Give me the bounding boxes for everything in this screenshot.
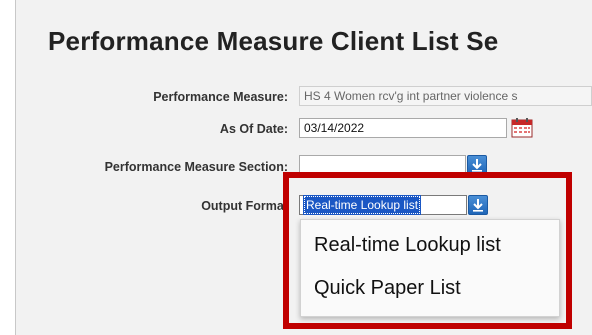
highlight-box	[283, 172, 572, 329]
calendar-icon[interactable]	[511, 118, 533, 138]
as-of-date-input[interactable]: 03/14/2022	[299, 118, 507, 138]
output-format-label: Output Format	[201, 199, 288, 213]
page-title: Performance Measure Client List Se	[48, 26, 499, 56]
performance-measure-label: Performance Measure:	[153, 90, 288, 104]
dropdown-arrow-icon	[472, 159, 482, 172]
performance-measure-field[interactable]: HS 4 Women rcv'g int partner violence s	[299, 86, 592, 106]
section-label: Performance Measure Section:	[104, 160, 288, 174]
as-of-date-label: As Of Date:	[219, 122, 288, 136]
